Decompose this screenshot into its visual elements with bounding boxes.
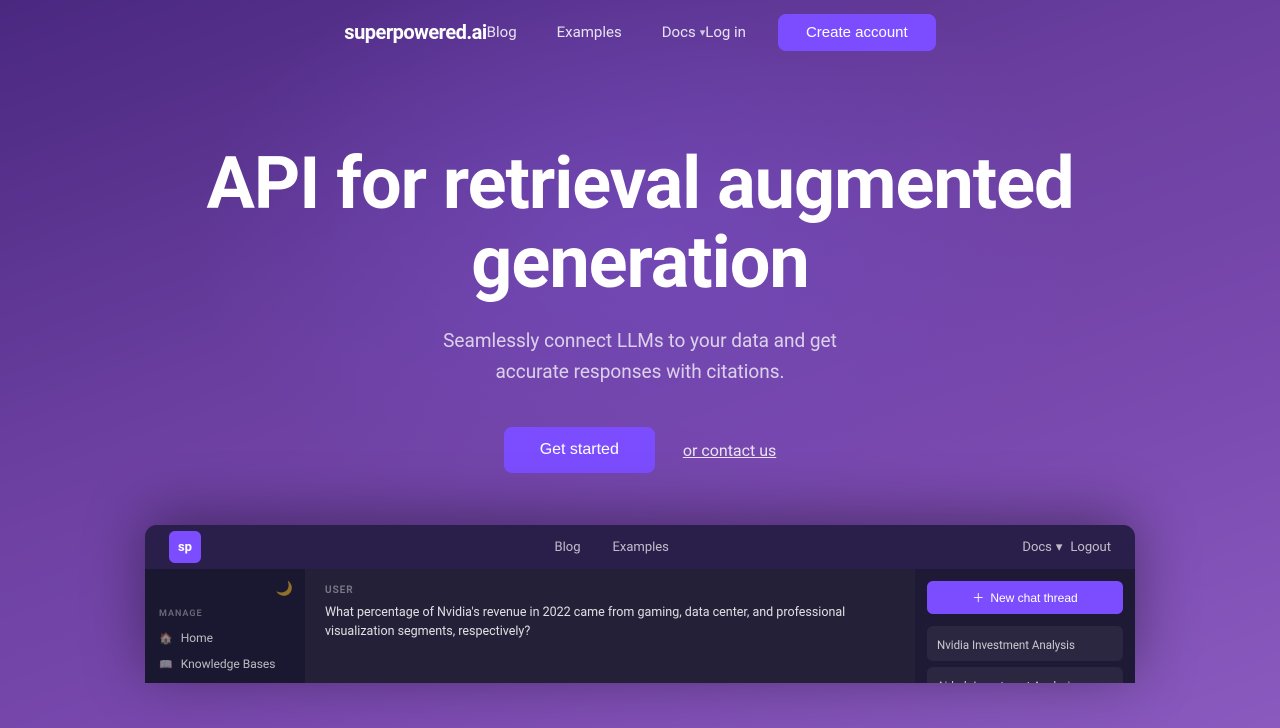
contact-link[interactable]: or contact us bbox=[683, 441, 776, 460]
app-nav-examples[interactable]: Examples bbox=[613, 540, 669, 555]
sidebar-manage-label: MANAGE bbox=[145, 605, 305, 625]
hero-subtitle: Seamlessly connect LLMs to your data and… bbox=[207, 326, 1074, 387]
app-logout-button[interactable]: Logout bbox=[1070, 540, 1111, 555]
moon-icon: 🌙 bbox=[276, 581, 293, 597]
plus-icon: ＋ bbox=[972, 589, 984, 606]
app-sidebar: 🌙 MANAGE 🏠 Home 📖 Knowledge Bases bbox=[145, 569, 305, 683]
hero-section: superpowered.ai Blog Examples Docs ▾ Log… bbox=[0, 0, 1280, 728]
app-nav-blog[interactable]: Blog bbox=[555, 540, 581, 555]
sidebar-item-home[interactable]: 🏠 Home bbox=[145, 625, 305, 651]
nav-examples[interactable]: Examples bbox=[557, 23, 622, 41]
hero-content: API for retrieval augmented generation S… bbox=[207, 64, 1074, 473]
hero-actions: Get started or contact us bbox=[207, 427, 1074, 473]
dark-toggle[interactable]: 🌙 bbox=[145, 581, 305, 605]
app-nav-center: Blog Examples bbox=[555, 540, 669, 555]
chat-message: What percentage of Nvidia's revenue in 2… bbox=[325, 604, 895, 642]
app-window: sp Blog Examples Docs ▾ Logout bbox=[145, 525, 1135, 683]
nav-docs[interactable]: Docs ▾ bbox=[662, 23, 706, 41]
new-chat-thread-button[interactable]: ＋ New chat thread bbox=[927, 581, 1123, 614]
chevron-down-icon: ▾ bbox=[1056, 540, 1063, 555]
main-nav: superpowered.ai Blog Examples Docs ▾ Log… bbox=[296, 0, 983, 64]
app-nav: sp Blog Examples Docs ▾ Logout bbox=[145, 525, 1135, 569]
app-right-panel: ＋ New chat thread Nvidia Investment Anal… bbox=[915, 569, 1135, 683]
nav-right: Log in Create account bbox=[705, 14, 935, 51]
hero-title: API for retrieval augmented generation bbox=[207, 144, 1074, 302]
create-account-button[interactable]: Create account bbox=[778, 14, 936, 51]
chat-user-label: USER bbox=[325, 585, 895, 596]
app-docs-button[interactable]: Docs ▾ bbox=[1022, 540, 1062, 555]
nav-logo: superpowered.ai bbox=[344, 20, 486, 44]
home-icon: 🏠 bbox=[159, 632, 173, 645]
thread-item-nvidia[interactable]: Nvidia Investment Analysis bbox=[927, 626, 1123, 661]
book-icon: 📖 bbox=[159, 658, 173, 671]
nav-blog[interactable]: Blog bbox=[487, 23, 517, 41]
app-main-chat: USER What percentage of Nvidia's revenue… bbox=[305, 569, 915, 683]
demo-container: sp Blog Examples Docs ▾ Logout bbox=[145, 525, 1135, 683]
login-link[interactable]: Log in bbox=[705, 23, 746, 41]
app-nav-right: Docs ▾ Logout bbox=[1022, 540, 1111, 555]
app-body: 🌙 MANAGE 🏠 Home 📖 Knowledge Bases USER bbox=[145, 569, 1135, 683]
nav-links: Blog Examples Docs ▾ bbox=[487, 23, 706, 41]
app-logo-icon: sp bbox=[169, 531, 201, 563]
sidebar-item-knowledge-bases[interactable]: 📖 Knowledge Bases bbox=[145, 651, 305, 677]
thread-item-airbnb[interactable]: Airbnb Investment Analysis bbox=[927, 667, 1123, 683]
get-started-button[interactable]: Get started bbox=[504, 427, 655, 473]
